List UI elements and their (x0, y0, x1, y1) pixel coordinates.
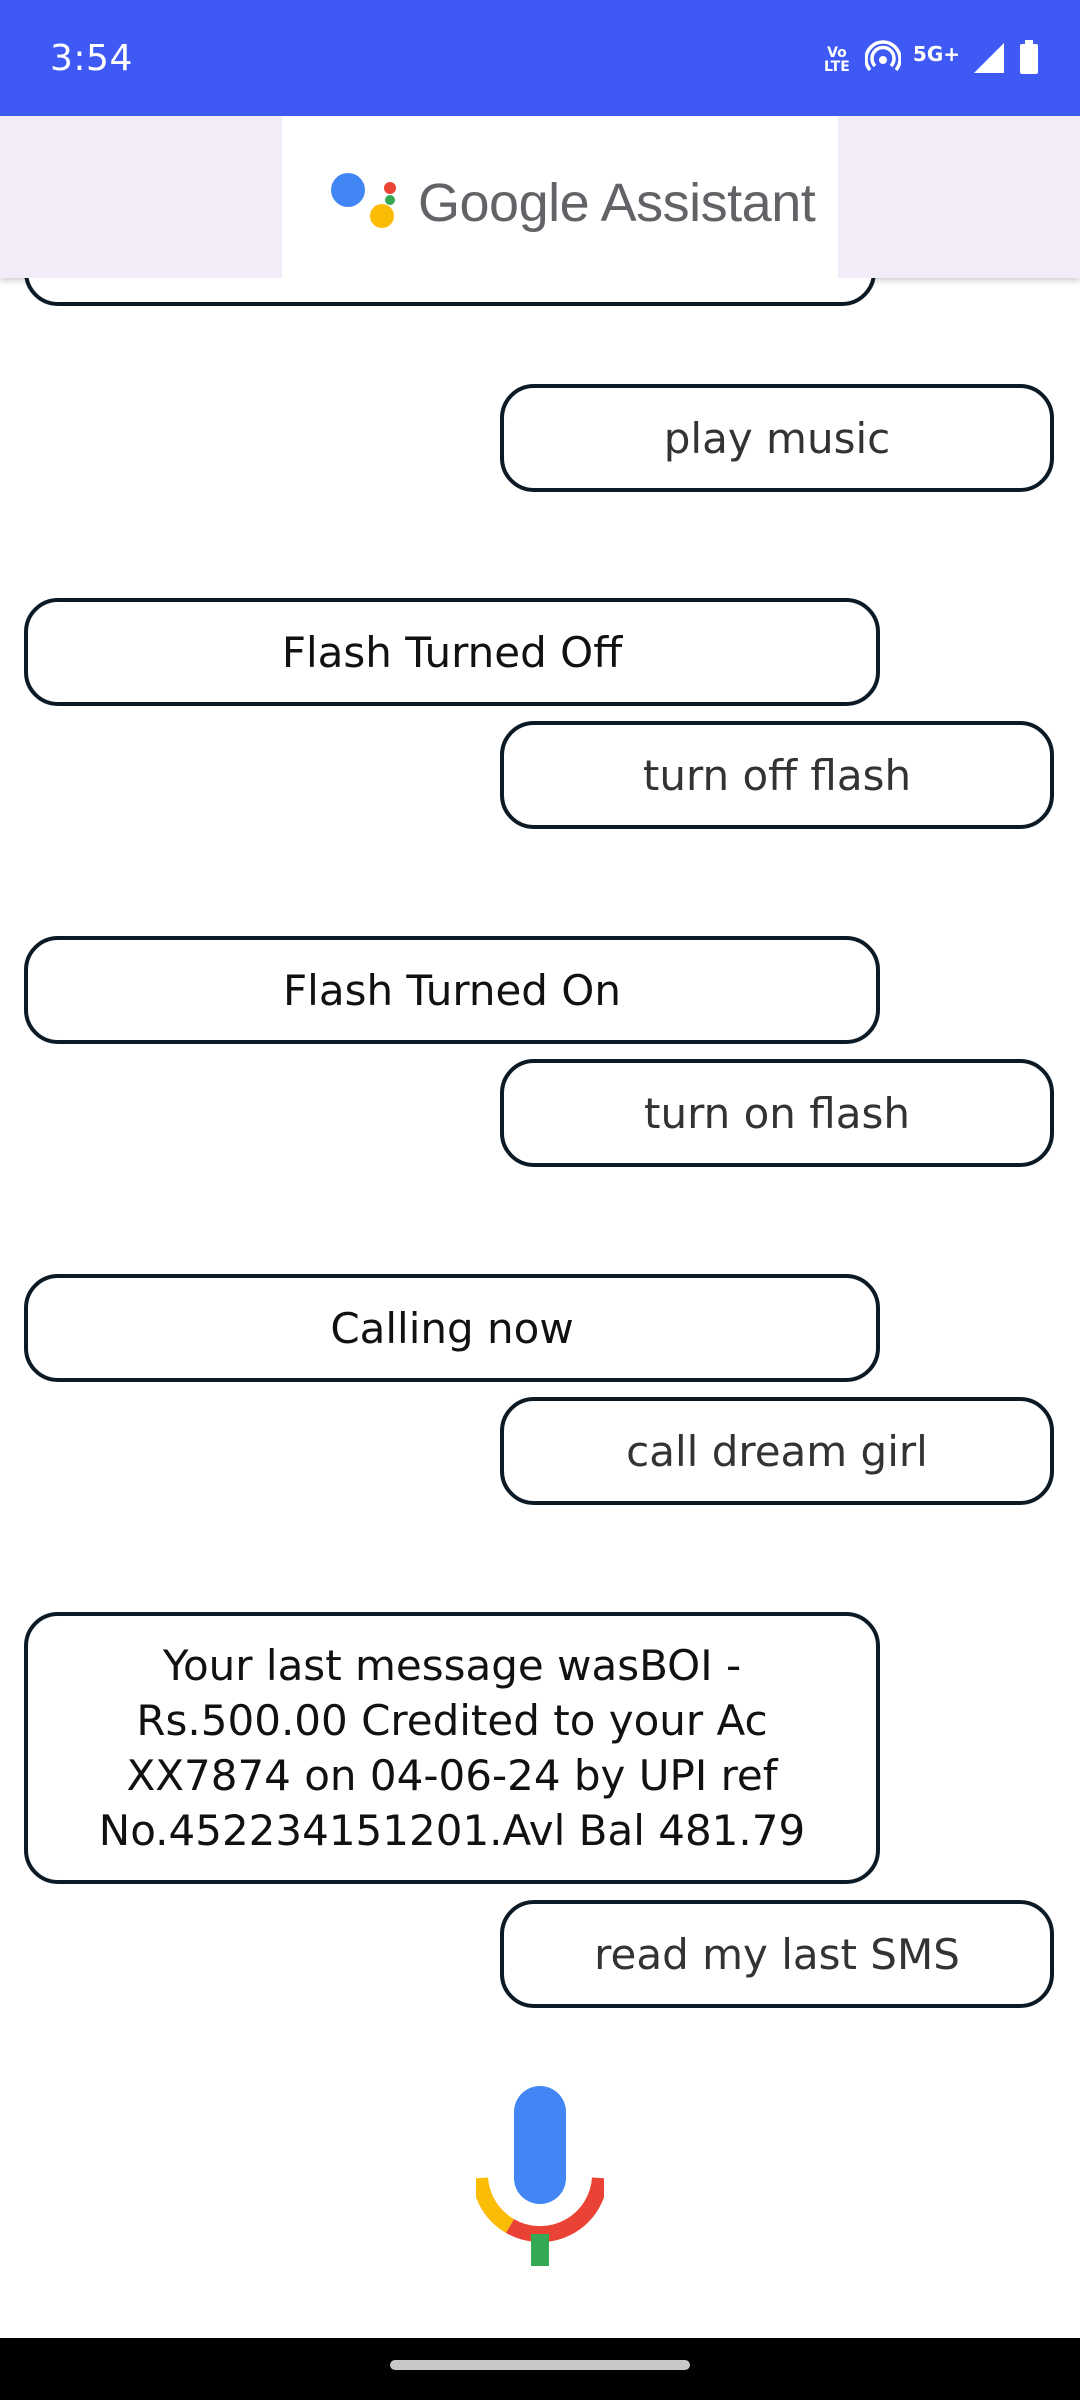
status-time: 3:54 (50, 38, 133, 79)
user-message: call dream girl (500, 1397, 1054, 1505)
assistant-message: Flash Turned Off (24, 598, 880, 706)
microphone-button[interactable] (472, 2086, 608, 2266)
status-icons: Vo LTE 5G+ (821, 36, 1040, 84)
home-gesture-handle[interactable] (390, 2360, 690, 2370)
chat-area[interactable]: play music Flash Turned Off turn off fla… (0, 278, 1080, 2028)
battery-icon (1018, 40, 1040, 80)
assistant-message: Your last message wasBOI - Rs.500.00 Cre… (24, 1612, 880, 1884)
user-message: turn on flash (500, 1059, 1054, 1167)
logo-text: Google Assistant (418, 173, 816, 233)
volte-icon: Vo LTE (824, 45, 850, 75)
partial-assistant-bubble (24, 278, 876, 306)
assistant-dots-icon (331, 173, 396, 228)
status-bar: 3:54 Vo LTE 5G+ (0, 0, 1080, 116)
user-message: play music (500, 384, 1054, 492)
5g-icon: 5G+ (912, 42, 960, 66)
user-message: read my last SMS (500, 1900, 1054, 2008)
user-message: turn off flash (500, 721, 1054, 829)
assistant-message: Flash Turned On (24, 936, 880, 1044)
google-assistant-logo: Google Assistant (282, 116, 838, 278)
hotspot-icon (864, 40, 902, 80)
app-header: Google Assistant (0, 116, 1080, 278)
signal-icon (972, 41, 1006, 79)
microphone-icon (472, 2086, 608, 2266)
navigation-bar (0, 2338, 1080, 2400)
assistant-message: Calling now (24, 1274, 880, 1382)
